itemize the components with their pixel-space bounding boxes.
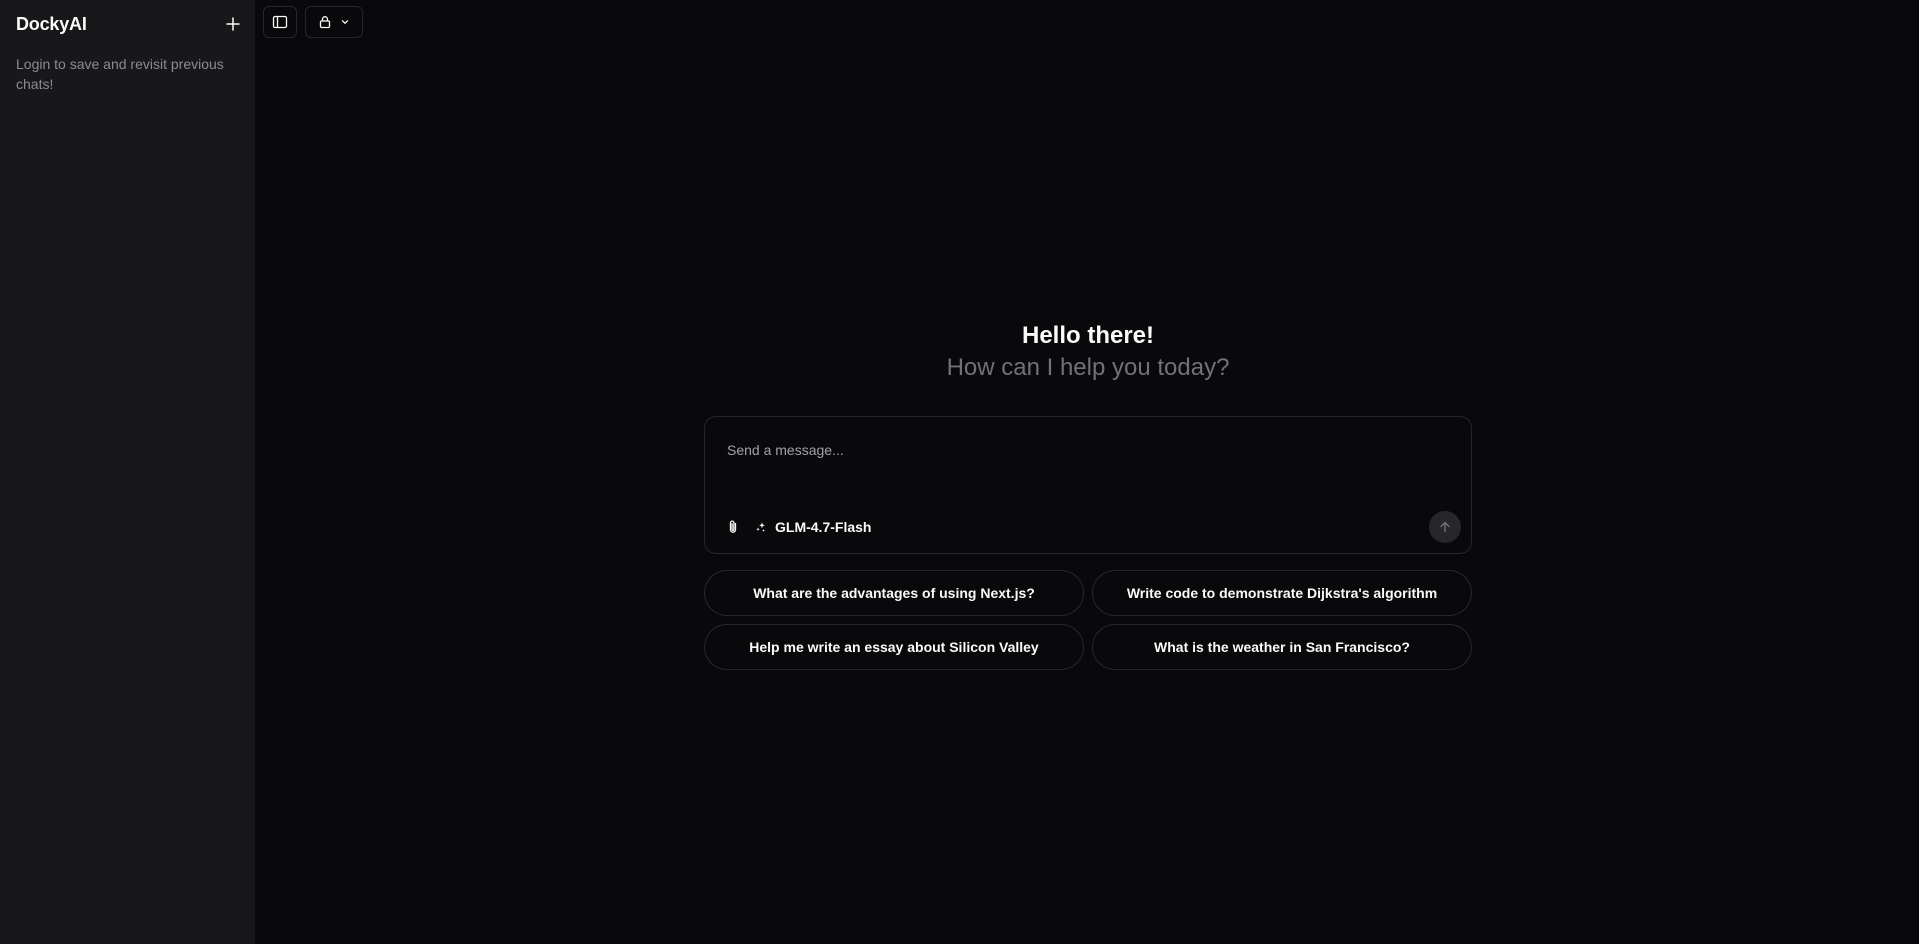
attach-button[interactable] (719, 513, 747, 541)
chevron-down-icon (341, 20, 349, 24)
suggestion-button[interactable]: Help me write an essay about Silicon Val… (704, 624, 1084, 670)
greeting-subtitle: How can I help you today? (946, 354, 1230, 381)
greeting: Hello there! How can I help you today? (704, 320, 1472, 384)
visibility-selector-button[interactable] (305, 6, 363, 38)
brand-title[interactable]: DockyAI (16, 14, 87, 35)
suggestion-button[interactable]: What is the weather in San Francisco? (1092, 624, 1472, 670)
plus-icon (226, 17, 240, 31)
message-composer: GLM-4.7-Flash (704, 416, 1472, 554)
sparkles-icon (756, 522, 765, 532)
sidebar-toggle-icon (272, 15, 288, 29)
paperclip-icon (729, 520, 737, 533)
new-chat-button[interactable] (221, 12, 245, 36)
suggestion-button[interactable]: What are the advantages of using Next.js… (704, 570, 1084, 616)
message-input[interactable] (725, 431, 1451, 469)
model-selector[interactable]: GLM-4.7-Flash (755, 519, 871, 535)
arrow-up-icon (1440, 521, 1450, 533)
lock-icon (319, 16, 331, 29)
suggested-actions: What are the advantages of using Next.js… (704, 570, 1472, 670)
sidebar: DockyAI Login to save and revisit previo… (0, 0, 255, 944)
model-name: GLM-4.7-Flash (775, 519, 872, 535)
sidebar-header: DockyAI (16, 12, 240, 36)
composer-toolbar: GLM-4.7-Flash (719, 511, 1461, 543)
topbar (263, 6, 363, 38)
suggestion-button[interactable]: Write code to demonstrate Dijkstra's alg… (1092, 570, 1472, 616)
login-hint: Login to save and revisit previous chats… (16, 56, 224, 92)
greeting-title: Hello there! (1021, 322, 1155, 349)
send-button[interactable] (1429, 511, 1461, 543)
toggle-sidebar-button[interactable] (263, 6, 297, 38)
